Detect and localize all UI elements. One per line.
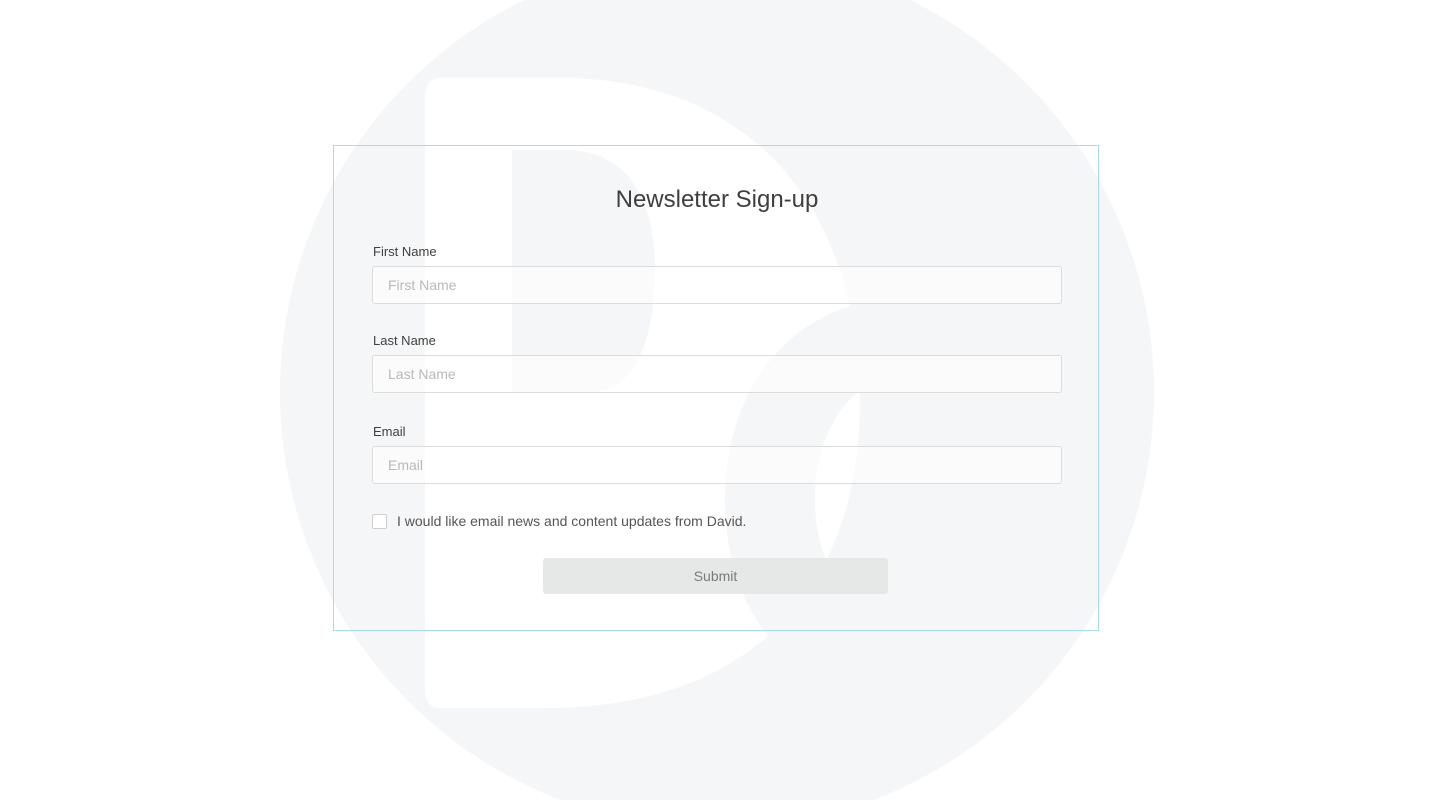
page: Newsletter Sign-up First Name Last Name … bbox=[0, 0, 1440, 800]
newsletter-form: Newsletter Sign-up First Name Last Name … bbox=[333, 145, 1099, 631]
form-title: Newsletter Sign-up bbox=[615, 186, 819, 213]
submit-button[interactable]: Submit bbox=[543, 558, 888, 594]
consent-label[interactable]: I would like email news and content upda… bbox=[397, 512, 746, 530]
consent-row: I would like email news and content upda… bbox=[372, 512, 746, 530]
last-name-label: Last Name bbox=[373, 333, 436, 348]
email-input[interactable] bbox=[372, 446, 1062, 484]
first-name-label: First Name bbox=[373, 244, 437, 259]
consent-checkbox[interactable] bbox=[372, 513, 387, 529]
email-label: Email bbox=[373, 424, 406, 439]
last-name-input[interactable] bbox=[372, 355, 1062, 393]
first-name-input[interactable] bbox=[372, 266, 1062, 304]
